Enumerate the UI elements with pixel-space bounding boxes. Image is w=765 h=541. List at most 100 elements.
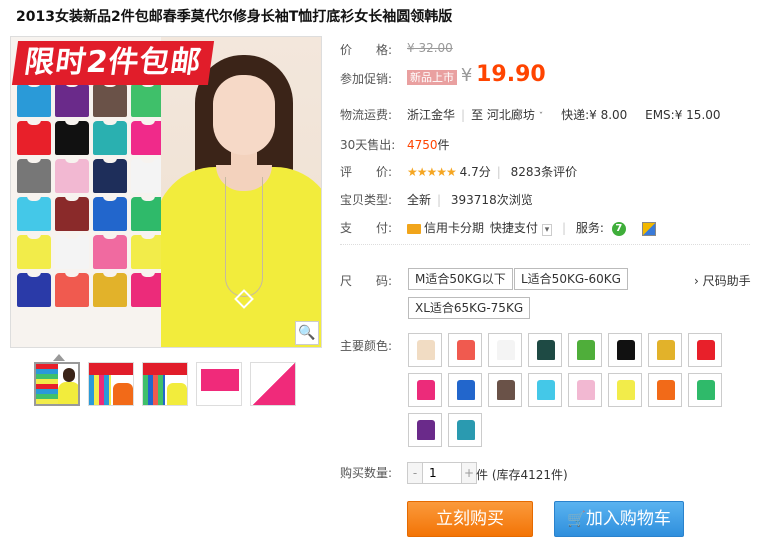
service-label: 服务: bbox=[575, 221, 604, 235]
tshirt-icon bbox=[457, 420, 475, 440]
tshirt-icon bbox=[657, 380, 675, 400]
ship-to-select[interactable]: 河北廊坊 ˇ bbox=[487, 108, 543, 122]
express-fee: 快递:¥ 8.00 bbox=[561, 108, 628, 122]
thumbnail-strip bbox=[34, 362, 296, 406]
payment-info: 信用卡分期 快捷支付 ▾ | 服务: 7 bbox=[407, 219, 656, 236]
tshirt-icon bbox=[617, 380, 635, 400]
add-to-cart-button[interactable]: 🛒加入购物车 bbox=[554, 501, 684, 537]
color-swatch[interactable] bbox=[488, 373, 522, 407]
shirt-collage bbox=[17, 82, 167, 307]
tshirt-icon bbox=[497, 340, 515, 360]
thumbnail-3[interactable] bbox=[142, 362, 188, 406]
thumbnail-1[interactable] bbox=[34, 362, 80, 406]
quick-pay-select[interactable]: 快捷支付 ▾ bbox=[490, 221, 553, 236]
color-swatch[interactable] bbox=[448, 333, 482, 367]
quantity-increase-button[interactable]: + bbox=[462, 463, 476, 483]
tshirt-icon bbox=[537, 380, 555, 400]
payment-label: 支 付: bbox=[340, 221, 393, 235]
quantity-label: 购买数量: bbox=[340, 466, 393, 480]
color-swatch[interactable] bbox=[568, 373, 602, 407]
type-label: 宝贝类型: bbox=[340, 193, 393, 207]
chevron-down-icon: ˇ bbox=[538, 112, 544, 122]
ship-from: 浙江金华 bbox=[407, 108, 456, 122]
tshirt-icon bbox=[417, 420, 435, 440]
color-swatch[interactable] bbox=[408, 413, 442, 447]
rating-info: ★★★★★ 4.7分 | 8283条评价 bbox=[407, 165, 578, 179]
color-label: 主要颜色: bbox=[340, 339, 393, 353]
color-swatch[interactable] bbox=[608, 333, 642, 367]
buy-now-button[interactable]: 立刻购买 bbox=[407, 501, 533, 537]
color-swatch[interactable] bbox=[528, 373, 562, 407]
sales-unit: 件 bbox=[437, 138, 450, 152]
type-info: 全新 | 393718次浏览 bbox=[407, 193, 533, 207]
tshirt-icon bbox=[417, 340, 435, 360]
thumbnail-4[interactable] bbox=[196, 362, 242, 406]
credit-card-icon bbox=[407, 223, 421, 234]
thumbnail-2[interactable] bbox=[88, 362, 134, 406]
main-product-image[interactable]: 限时2件包邮 🔍 bbox=[10, 36, 322, 348]
thumbnail-5[interactable] bbox=[250, 362, 296, 406]
cart-icon: 🛒 bbox=[567, 510, 586, 528]
currency-symbol: ¥ bbox=[460, 65, 473, 86]
promo-label: 参加促销: bbox=[340, 72, 393, 86]
thumb-indicator bbox=[53, 354, 65, 361]
color-swatch[interactable] bbox=[648, 373, 682, 407]
add-to-cart-label: 加入购物车 bbox=[585, 509, 671, 529]
review-count-link[interactable]: 8283条评价 bbox=[511, 165, 578, 179]
product-title: 2013女装新品2件包邮春季莫代尔修身长袖T恤打底衫女长袖圆领韩版 bbox=[16, 9, 453, 25]
seven-day-return-icon[interactable]: 7 bbox=[611, 221, 626, 236]
tshirt-icon bbox=[617, 340, 635, 360]
quantity-input[interactable] bbox=[422, 463, 462, 483]
size-option-xl[interactable]: XL适合65KG-75KG bbox=[408, 297, 531, 319]
rating-score: 4.7分 bbox=[459, 165, 491, 179]
color-swatch[interactable] bbox=[688, 333, 722, 367]
color-swatch[interactable] bbox=[608, 373, 642, 407]
color-swatch[interactable] bbox=[408, 373, 442, 407]
price-label: 价 格: bbox=[340, 43, 393, 57]
promo-price-row: 新品上市 ¥ 19.90 bbox=[407, 62, 546, 87]
item-condition: 全新 bbox=[407, 193, 432, 207]
sales-info: 4750件 bbox=[407, 136, 450, 153]
color-swatch[interactable] bbox=[568, 333, 602, 367]
tshirt-icon bbox=[457, 340, 475, 360]
current-price: 19.90 bbox=[476, 62, 546, 87]
credit-card-option[interactable]: 信用卡分期 bbox=[407, 221, 484, 235]
color-swatch[interactable] bbox=[528, 333, 562, 367]
tshirt-icon bbox=[697, 340, 715, 360]
quantity-stepper: - + bbox=[407, 462, 477, 484]
ship-to-sep: 至 bbox=[471, 108, 484, 122]
tshirt-icon bbox=[497, 380, 515, 400]
chevron-down-icon: ▾ bbox=[541, 224, 553, 236]
ems-fee: EMS:¥ 15.00 bbox=[645, 108, 721, 122]
view-count: 393718次浏览 bbox=[450, 193, 533, 207]
original-price: ¥ 32.00 bbox=[407, 41, 453, 55]
sales-count: 4750 bbox=[407, 138, 438, 152]
shipping-info: 浙江金华 | 至 河北廊坊 ˇ 快递:¥ 8.00 EMS:¥ 15.00 bbox=[407, 108, 721, 122]
tshirt-icon bbox=[657, 340, 675, 360]
size-option-m[interactable]: M适合50KG以下 bbox=[408, 268, 513, 290]
tshirt-icon bbox=[417, 380, 435, 400]
star-rating-icon: ★★★★★ bbox=[407, 165, 457, 179]
color-swatch[interactable] bbox=[448, 373, 482, 407]
section-divider bbox=[340, 244, 750, 245]
size-option-l[interactable]: L适合50KG-60KG bbox=[514, 268, 628, 290]
color-swatch[interactable] bbox=[688, 373, 722, 407]
size-label: 尺 码: bbox=[340, 274, 393, 288]
stock-info: 件 (库存4121件) bbox=[476, 468, 568, 482]
color-swatch[interactable] bbox=[648, 333, 682, 367]
tshirt-icon bbox=[697, 380, 715, 400]
color-swatch[interactable] bbox=[448, 413, 482, 447]
guarantee-icon[interactable] bbox=[641, 221, 656, 236]
tshirt-icon bbox=[577, 340, 595, 360]
tshirt-icon bbox=[577, 380, 595, 400]
promo-tag: 新品上市 bbox=[407, 70, 457, 85]
sales-label: 30天售出: bbox=[340, 138, 396, 152]
promo-banner: 限时2件包邮 bbox=[11, 41, 215, 85]
color-swatch[interactable] bbox=[408, 333, 442, 367]
rating-label: 评 价: bbox=[340, 165, 393, 179]
size-guide-link[interactable]: › 尺码助手 bbox=[694, 272, 751, 289]
color-swatch[interactable] bbox=[488, 333, 522, 367]
quantity-decrease-button[interactable]: - bbox=[408, 463, 422, 483]
shipping-label: 物流运费: bbox=[340, 108, 393, 122]
magnifier-icon[interactable]: 🔍 bbox=[295, 321, 319, 345]
